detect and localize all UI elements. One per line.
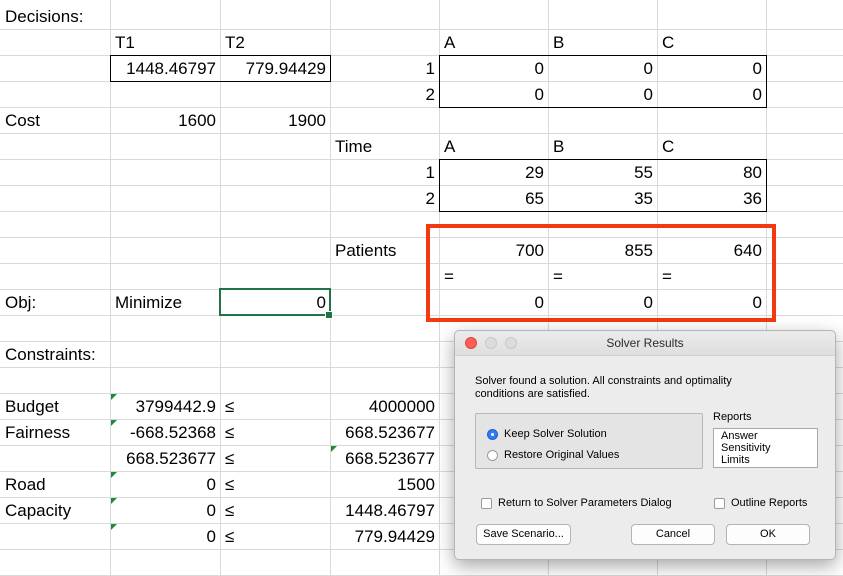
minimize-label: Minimize — [115, 293, 183, 312]
reports-listbox[interactable]: Answer Sensitivity Limits — [713, 428, 818, 468]
result-message: Solver found a solution. All constraints… — [475, 375, 775, 401]
result-message-line2: conditions are satisfied. — [475, 388, 590, 400]
obj-label: Obj: — [5, 293, 37, 312]
constraint-name: Road — [5, 475, 46, 494]
cost-t1-cell[interactable]: 1600 — [110, 108, 220, 133]
solution-options-group: Keep Solver Solution Restore Original Va… — [475, 413, 703, 469]
solver-results-dialog[interactable]: Solver Results Solver found a solution. … — [454, 330, 836, 560]
restore-values-label[interactable]: Restore Original Values — [504, 449, 619, 462]
dec-2c-cell[interactable]: 0 — [657, 82, 766, 107]
cell-warning-marker — [111, 498, 117, 504]
cell-warning-marker — [111, 472, 117, 478]
report-item-answer[interactable]: Answer — [721, 430, 817, 442]
constraint-rhs[interactable]: 4000000 — [330, 394, 439, 419]
dec-1c-cell[interactable]: 0 — [657, 56, 766, 81]
constraint-op[interactable]: ≤ — [220, 446, 330, 471]
time-1b-cell[interactable]: 55 — [548, 160, 657, 185]
cell-warning-marker — [111, 420, 117, 426]
patients-label: Patients — [335, 241, 397, 260]
decisions-label: Decisions: — [5, 7, 84, 26]
constraint-lhs[interactable]: 668.523677 — [110, 446, 220, 471]
constraint-op[interactable]: ≤ — [220, 394, 330, 419]
constraint-lhs[interactable]: 0 — [110, 524, 220, 549]
time-2b-cell[interactable]: 35 — [548, 186, 657, 211]
cost-t2-cell[interactable]: 1900 — [220, 108, 330, 133]
time-col-c-header: C — [662, 137, 675, 156]
ok-button[interactable]: OK — [726, 524, 810, 545]
constraint-rhs[interactable]: 779.94429 — [330, 524, 439, 549]
constraint-lhs[interactable]: 3799442.9 — [110, 394, 220, 419]
time-row-index-1: 1 — [425, 163, 435, 182]
constraint-name — [0, 524, 110, 549]
constraint-name: Budget — [5, 397, 59, 416]
dec-1a-cell[interactable]: 0 — [439, 56, 548, 81]
col-b-header: B — [553, 33, 565, 52]
dec-2a-cell[interactable]: 0 — [439, 82, 548, 107]
report-item-limits[interactable]: Limits — [721, 454, 817, 466]
active-cell-selection[interactable] — [219, 288, 331, 316]
constraint-op[interactable]: ≤ — [220, 524, 330, 549]
time-1c-cell[interactable]: 80 — [657, 160, 766, 185]
time-1a-cell[interactable]: 29 — [439, 160, 548, 185]
dialog-titlebar[interactable]: Solver Results — [455, 331, 835, 356]
keep-solution-label[interactable]: Keep Solver Solution — [504, 428, 607, 441]
reports-label: Reports — [713, 411, 752, 423]
col-t2-header: T2 — [225, 33, 245, 52]
time-label: Time — [335, 137, 373, 156]
result-message-line1: Solver found a solution. All constraints… — [475, 375, 732, 387]
t1-value-cell[interactable]: 1448.46797 — [110, 56, 220, 81]
constraints-label: Constraints: — [5, 345, 96, 364]
constraint-name — [0, 446, 110, 471]
return-to-parameters-label[interactable]: Return to Solver Parameters Dialog — [498, 497, 672, 510]
cancel-button[interactable]: Cancel — [631, 524, 715, 545]
constraint-rhs[interactable]: 1500 — [330, 472, 439, 497]
save-scenario-button[interactable]: Save Scenario... — [476, 524, 571, 545]
dec-2b-cell[interactable]: 0 — [548, 82, 657, 107]
time-2c-cell[interactable]: 36 — [657, 186, 766, 211]
fill-handle[interactable] — [325, 311, 333, 319]
return-to-parameters-checkbox[interactable] — [481, 498, 492, 509]
col-c-header: C — [662, 33, 675, 52]
report-item-sensitivity[interactable]: Sensitivity — [721, 442, 817, 454]
time-2a-cell[interactable]: 65 — [439, 186, 548, 211]
col-a-header: A — [444, 33, 456, 52]
outline-reports-label[interactable]: Outline Reports — [731, 497, 807, 510]
cell-warning-marker — [331, 446, 337, 452]
constraint-lhs[interactable]: 0 — [110, 498, 220, 523]
constraint-op[interactable]: ≤ — [220, 420, 330, 445]
t2-value-cell[interactable]: 779.94429 — [220, 56, 330, 81]
cell-warning-marker — [111, 524, 117, 530]
col-t1-header: T1 — [115, 33, 135, 52]
dialog-title: Solver Results — [606, 336, 684, 350]
time-row-index-2: 2 — [425, 189, 435, 208]
constraint-rhs[interactable]: 1448.46797 — [330, 498, 439, 523]
constraint-lhs[interactable]: 0 — [110, 472, 220, 497]
constraint-rhs[interactable]: 668.523677 — [330, 420, 439, 445]
constraint-name: Capacity — [5, 501, 72, 520]
constraint-op[interactable]: ≤ — [220, 498, 330, 523]
keep-solution-radio[interactable] — [487, 429, 498, 440]
constraint-lhs[interactable]: -668.52368 — [110, 420, 220, 445]
time-col-b-header: B — [553, 137, 565, 156]
time-col-a-header: A — [444, 137, 456, 156]
constraint-name: Fairness — [5, 423, 71, 442]
constraint-rhs[interactable]: 668.523677 — [330, 446, 439, 471]
constraint-op[interactable]: ≤ — [220, 472, 330, 497]
row-index-2: 2 — [425, 85, 435, 104]
cost-label: Cost — [5, 111, 40, 130]
highlight-box — [426, 224, 776, 322]
row-index-1: 1 — [425, 59, 435, 78]
dec-1b-cell[interactable]: 0 — [548, 56, 657, 81]
restore-values-radio[interactable] — [487, 450, 498, 461]
cell-warning-marker — [111, 394, 117, 400]
outline-reports-checkbox[interactable] — [714, 498, 725, 509]
